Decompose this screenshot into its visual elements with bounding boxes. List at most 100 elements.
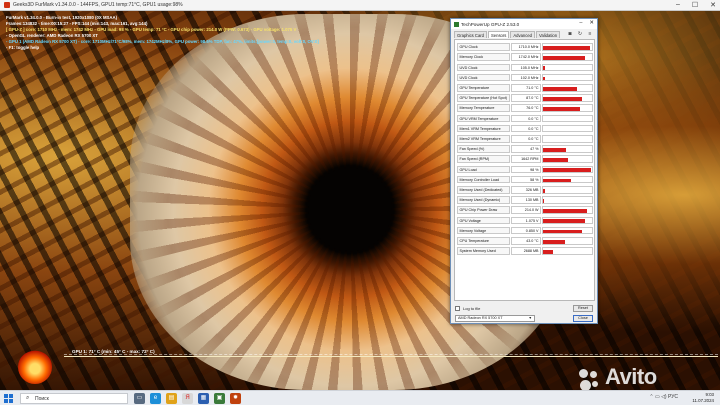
sensor-list: GPU Clock 1710.0 MHz Memory Clock 1742.0 MH… — [454, 39, 595, 301]
task-view-icon[interactable]: ▭ — [134, 393, 145, 404]
furmark-logo-icon — [18, 350, 52, 384]
sensor-graph-fill — [543, 229, 583, 234]
osd-line: - F1: toggle help — [6, 45, 40, 50]
furmark-taskbar-icon[interactable]: ✹ — [230, 393, 241, 404]
sensor-name[interactable]: GPU Load — [457, 165, 510, 174]
sensor-graph — [542, 237, 593, 245]
sensor-name[interactable]: Memory Controller Load — [457, 175, 510, 184]
graph-temperature-line — [64, 356, 718, 357]
sensor-value: 0.0 °C — [511, 135, 541, 143]
refresh-icon[interactable]: ↻ — [577, 31, 583, 37]
sensor-graph — [542, 165, 593, 174]
sensor-value: 71.0 °C — [511, 84, 541, 92]
clock[interactable]: 9:03 11.07.2024 — [692, 392, 714, 404]
sensor-name[interactable]: GPU Chip Power Draw — [457, 206, 510, 215]
sensor-graph — [542, 73, 593, 82]
sensor-row: Memory Clock 1742.0 MHz — [457, 53, 594, 62]
log-to-file-checkbox[interactable] — [455, 306, 460, 311]
avito-watermark: Avito — [579, 364, 657, 391]
sensor-name[interactable]: Mem2 VRM Temperature — [457, 135, 510, 143]
sensor-name[interactable]: Memory Used (Dedicated) — [457, 186, 510, 194]
sensor-graph — [542, 155, 593, 164]
search-icon: ⌕ — [26, 395, 30, 401]
sensor-value: 105.0 MHz — [511, 63, 541, 72]
sensor-graph — [542, 186, 593, 194]
sensor-graph-fill — [543, 219, 585, 224]
system-tray[interactable]: ⌃ ▭ ◁) РУС — [649, 394, 678, 400]
sensor-graph-fill — [543, 147, 567, 152]
sensor-value: 43.0 °C — [511, 237, 541, 245]
sensor-name[interactable]: Memory Clock — [457, 53, 510, 62]
reset-button[interactable]: Reset — [573, 305, 593, 312]
sensor-row: Fan Speed (%) 47 % — [457, 145, 594, 153]
tab-advanced[interactable]: Advanced — [510, 31, 535, 38]
sensor-name[interactable]: UVD Clock — [457, 63, 510, 72]
tab-sensors[interactable]: Sensors — [488, 31, 510, 38]
furmark-osd: FurMark v1.34.0.0 - Burn-in test, 1920x1… — [6, 15, 319, 51]
sensor-row: GPU Temperature (Hot Spot) 87.0 °C — [457, 94, 594, 102]
sensor-name[interactable]: GPU Clock — [457, 43, 510, 51]
osd-line: - GPU 1 (AMD Radeon RX 5700 XT) - core: … — [6, 39, 319, 44]
store-icon[interactable]: ▦ — [198, 393, 209, 404]
gpuz-titlebar[interactable]: TechPowerUp GPU-Z 2.53.0 – ✕ — [451, 19, 597, 29]
sensor-row: UVD Clock 102.0 MHz — [457, 73, 594, 82]
sensor-graph-fill — [543, 76, 546, 81]
sensor-name[interactable]: Fan Speed (RPM) — [457, 155, 510, 164]
camera-icon[interactable]: ◙ — [567, 31, 573, 37]
close-icon[interactable]: ✕ — [589, 20, 594, 26]
minimize-icon[interactable]: – — [676, 1, 680, 9]
tab-validation[interactable]: Validation — [536, 31, 561, 38]
edge-icon[interactable]: e — [150, 393, 161, 404]
sensor-row: Fan Speed (RPM) 1642 RPM — [457, 155, 594, 164]
sensor-row: UVD Clock 105.0 MHz — [457, 63, 594, 72]
desktop-background — [0, 0, 720, 390]
sensor-name[interactable]: Memory Used (Dynamic) — [457, 196, 510, 204]
sensor-name[interactable]: Fan Speed (%) — [457, 145, 510, 153]
sensor-value: 76.0 °C — [511, 104, 541, 113]
gpu-select[interactable]: AMD Radeon RX 5700 XT ▼ — [455, 315, 535, 322]
avito-text: Avito — [605, 364, 657, 389]
sensor-name[interactable]: Memory Voltage — [457, 226, 510, 235]
search-placeholder: Поиск — [35, 396, 49, 402]
sensor-name[interactable]: Mem1 VRM Temperature — [457, 124, 510, 133]
maximize-icon[interactable]: ☐ — [692, 1, 698, 9]
sensor-row: Memory Used (Dedicated) 326 MB — [457, 186, 594, 194]
close-icon[interactable]: ✕ — [710, 1, 716, 9]
sensor-value: 87.0 °C — [511, 94, 541, 102]
furmark-titlebar[interactable]: Geeks3D FurMark v1.34.0.0 - 144FPS, GPU1… — [0, 0, 720, 11]
menu-icon[interactable]: ≡ — [587, 31, 593, 37]
sensor-name[interactable]: GPU VRM Temperature — [457, 114, 510, 123]
sensor-row: Memory Voltage 0.850 V — [457, 226, 594, 235]
gpuz-taskbar-icon[interactable]: ▣ — [214, 393, 225, 404]
log-to-file-label: Log to file — [463, 306, 481, 311]
windows-start-icon[interactable] — [4, 394, 13, 403]
furmark-app-icon — [4, 2, 10, 8]
furmark-window-title: Geeks3D FurMark v1.34.0.0 - 144FPS, GPU1… — [13, 2, 183, 8]
sensor-value: 0.0 °C — [511, 114, 541, 123]
sensor-graph — [542, 114, 593, 123]
sensor-name[interactable]: GPU Temperature — [457, 84, 510, 92]
sensor-graph — [542, 196, 593, 204]
yandex-icon[interactable]: Я — [182, 393, 193, 404]
sensor-name[interactable]: GPU Temperature (Hot Spot) — [457, 94, 510, 102]
sensor-value: 0.0 °C — [511, 124, 541, 133]
sensor-row: Mem1 VRM Temperature 0.0 °C — [457, 124, 594, 133]
sensor-graph — [542, 94, 593, 102]
sensor-name[interactable]: UVD Clock — [457, 73, 510, 82]
sensor-row: Memory Temperature 76.0 °C — [457, 104, 594, 113]
file-explorer-icon[interactable]: ▤ — [166, 393, 177, 404]
sensor-value: 1.075 V — [511, 216, 541, 225]
sensor-name[interactable]: System Memory Used — [457, 247, 510, 255]
sensor-name[interactable]: GPU Voltage — [457, 216, 510, 225]
minimize-icon[interactable]: – — [579, 20, 582, 26]
sensor-graph — [542, 135, 593, 143]
tab-graphics-card[interactable]: Graphics Card — [454, 31, 487, 38]
sensor-name[interactable]: Memory Temperature — [457, 104, 510, 113]
close-button[interactable]: Close — [573, 315, 593, 322]
sensor-graph — [542, 145, 593, 153]
sensor-value: 2688 MB — [511, 247, 541, 255]
sensor-graph-fill — [543, 107, 580, 112]
sensor-graph-fill — [543, 158, 568, 163]
taskbar-search[interactable]: ⌕ Поиск — [20, 393, 128, 404]
sensor-name[interactable]: CPU Temperature — [457, 237, 510, 245]
